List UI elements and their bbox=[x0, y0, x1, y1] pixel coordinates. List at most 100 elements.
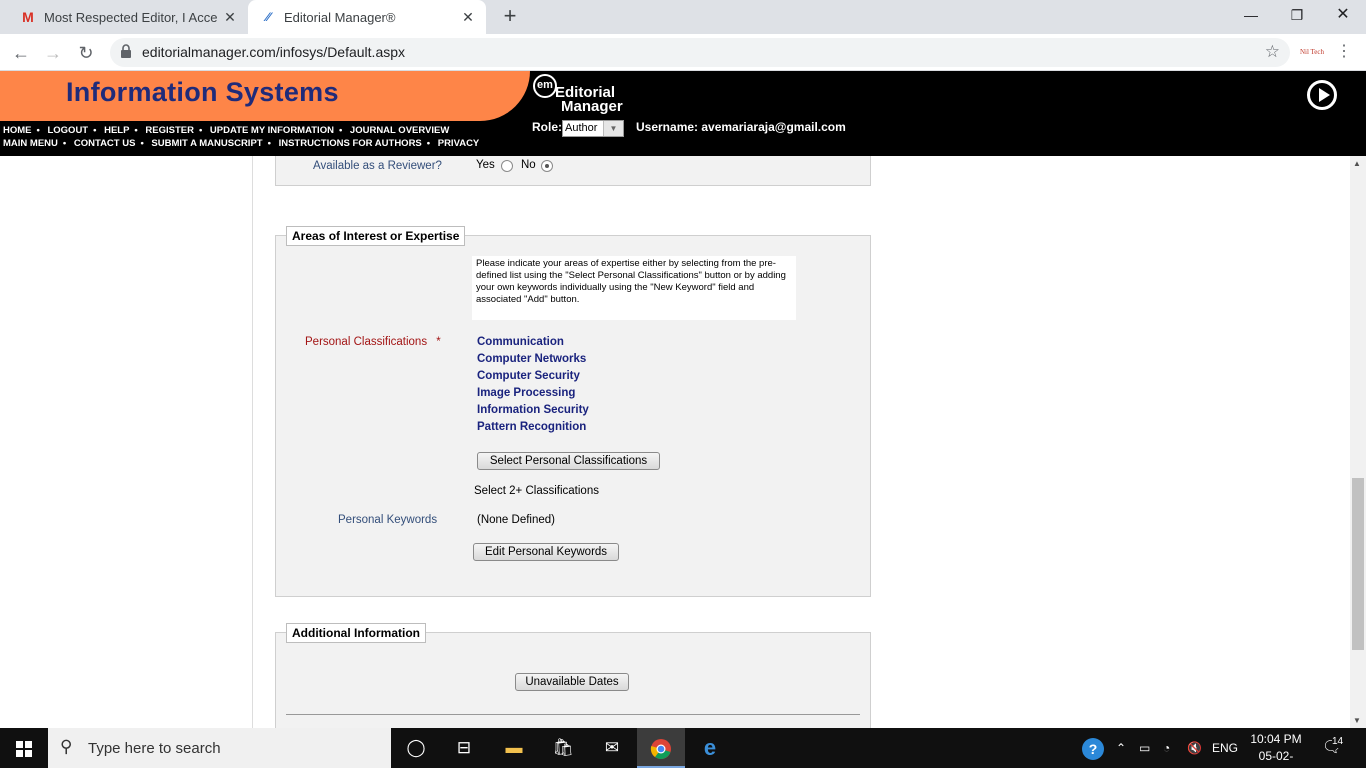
required-mark: * bbox=[436, 336, 441, 348]
site-header: Information Systems em Editorial Manager… bbox=[0, 71, 1366, 156]
page-scrollbar[interactable]: ▲ ▼ bbox=[1350, 156, 1366, 728]
classification-item: Computer Security bbox=[477, 370, 580, 382]
journal-title: Information Systems bbox=[66, 77, 339, 107]
chrome-icon[interactable] bbox=[637, 728, 685, 768]
file-explorer-icon[interactable]: ▬ bbox=[490, 728, 538, 768]
nav-journal-overview[interactable]: JOURNAL OVERVIEW bbox=[350, 125, 449, 136]
clock-date: 05-02-2020 bbox=[1258, 749, 1294, 780]
editorial-manager-icon: ⁄⁄ bbox=[265, 10, 270, 24]
scroll-down-icon[interactable]: ▼ bbox=[1353, 716, 1361, 725]
wifi-icon[interactable]: ◔ bbox=[1163, 728, 1170, 768]
play-icon[interactable] bbox=[1307, 80, 1337, 110]
browser-tabstrip: M Most Respected Editor, I Accept t ✕ ⁄⁄… bbox=[0, 0, 1366, 34]
tab-title: Editorial Manager® bbox=[284, 9, 396, 25]
tab-editorial-manager[interactable]: ⁄⁄ Editorial Manager® ✕ bbox=[248, 0, 486, 34]
areas-legend: Areas of Interest or Expertise bbox=[286, 226, 466, 246]
nav-submit-manuscript[interactable]: SUBMIT A MANUSCRIPT bbox=[151, 138, 262, 149]
notification-center-icon[interactable]: 🗨 14 bbox=[1322, 728, 1344, 768]
scroll-up-icon[interactable]: ▲ bbox=[1353, 159, 1361, 168]
logo-line2: Manager bbox=[561, 98, 623, 115]
windows-taskbar: ⚲ Type here to search ◯ ⊟ ▬ 🛍 ✉ e ? ⌃ ▭ … bbox=[0, 728, 1366, 780]
language-indicator[interactable]: ENG bbox=[1212, 728, 1238, 768]
close-icon[interactable]: ✕ bbox=[456, 9, 480, 26]
search-placeholder: Type here to search bbox=[88, 740, 221, 757]
nav-update-info[interactable]: UPDATE MY INFORMATION bbox=[210, 125, 334, 136]
address-bar[interactable]: editorialmanager.com/infosys/Default.asp… bbox=[110, 38, 1290, 67]
keywords-label: Personal Keywords bbox=[338, 514, 438, 526]
page-content: Available as a Reviewer? Yes No Areas of… bbox=[0, 156, 1350, 728]
nav-register[interactable]: REGISTER bbox=[145, 125, 194, 136]
help-icon[interactable]: ? bbox=[1082, 728, 1104, 768]
areas-panel: Areas of Interest or Expertise Please in… bbox=[275, 226, 871, 597]
edit-keywords-button[interactable]: Edit Personal Keywords bbox=[473, 543, 619, 561]
forward-icon[interactable]: → bbox=[40, 40, 66, 66]
tab-gmail[interactable]: M Most Respected Editor, I Accept t ✕ bbox=[8, 0, 248, 34]
chrome-logo-icon bbox=[650, 738, 671, 759]
close-icon[interactable]: ✕ bbox=[218, 9, 242, 26]
em-logo-circle: em bbox=[533, 74, 557, 98]
classification-hint: Select 2+ Classifications bbox=[474, 485, 599, 497]
new-tab-icon[interactable]: + bbox=[498, 5, 522, 29]
nav-instructions[interactable]: INSTRUCTIONS FOR AUTHORS bbox=[279, 138, 422, 149]
cortana-icon[interactable]: ◯ bbox=[392, 728, 440, 768]
chevron-down-icon: ▼ bbox=[603, 121, 623, 136]
classification-item: Pattern Recognition bbox=[477, 421, 587, 433]
classifications-label: Personal Classifications * bbox=[305, 336, 441, 348]
minimize-icon[interactable]: — bbox=[1228, 0, 1274, 30]
mail-icon[interactable]: ✉ bbox=[588, 728, 636, 768]
profile-avatar[interactable]: Nil Tech bbox=[1298, 40, 1326, 64]
areas-instructions: Please indicate your areas of expertise … bbox=[472, 256, 796, 320]
classification-item: Image Processing bbox=[477, 387, 576, 399]
window-close-icon[interactable]: ✕ bbox=[1320, 0, 1366, 30]
taskbar-search[interactable]: ⚲ Type here to search bbox=[48, 728, 391, 768]
additional-panel: Additional Information Unavailable Dates bbox=[275, 623, 871, 728]
edge-icon[interactable]: e bbox=[686, 728, 734, 768]
classification-item: Communication bbox=[477, 336, 564, 348]
nav-home[interactable]: HOME bbox=[3, 125, 32, 136]
reviewer-panel: Available as a Reviewer? Yes No bbox=[275, 156, 871, 186]
url-text: editorialmanager.com/infosys/Default.asp… bbox=[142, 44, 406, 60]
role-label: Role: bbox=[532, 120, 562, 134]
keywords-value: (None Defined) bbox=[477, 514, 555, 526]
store-icon[interactable]: 🛍 bbox=[539, 728, 587, 768]
bookmark-star-icon[interactable]: ☆ bbox=[1265, 42, 1280, 62]
tab-title: Most Respected Editor, I Accept t bbox=[44, 9, 218, 25]
journal-banner: Information Systems bbox=[0, 71, 530, 121]
clock-time: 10:04 PM bbox=[1250, 732, 1302, 746]
search-icon: ⚲ bbox=[60, 737, 73, 756]
browser-menu-icon[interactable]: ⋮ bbox=[1336, 41, 1352, 63]
unavailable-dates-button[interactable]: Unavailable Dates bbox=[515, 673, 629, 691]
select-classifications-button[interactable]: Select Personal Classifications bbox=[477, 452, 660, 470]
reload-icon[interactable]: ↻ bbox=[73, 40, 99, 66]
start-button[interactable] bbox=[0, 728, 48, 768]
notification-count: 14 bbox=[1332, 736, 1344, 748]
battery-icon[interactable]: ▭ bbox=[1139, 728, 1150, 768]
nav-help[interactable]: HELP bbox=[104, 125, 129, 136]
nav-privacy[interactable]: PRIVACY bbox=[438, 138, 480, 149]
nav-logout[interactable]: LOGOUT bbox=[47, 125, 88, 136]
reviewer-no-radio[interactable] bbox=[541, 160, 553, 172]
chevron-up-icon[interactable]: ⌃ bbox=[1116, 728, 1126, 768]
nav-contact-us[interactable]: CONTACT US bbox=[74, 138, 136, 149]
windows-logo-icon bbox=[16, 741, 32, 757]
task-view-icon[interactable]: ⊟ bbox=[440, 728, 488, 768]
classification-item: Computer Networks bbox=[477, 353, 587, 365]
system-clock[interactable]: 10:04 PM 05-02-2020 bbox=[1246, 731, 1306, 782]
section-divider bbox=[286, 714, 860, 715]
role-select[interactable]: Author ▼ bbox=[562, 120, 624, 137]
reviewer-label: Available as a Reviewer? bbox=[313, 160, 442, 172]
volume-icon[interactable]: 🔇 bbox=[1187, 728, 1202, 768]
back-icon[interactable]: ← bbox=[8, 40, 34, 66]
classifications-label-text: Personal Classifications bbox=[305, 336, 428, 348]
browser-toolbar: ← → ↻ editorialmanager.com/infosys/Defau… bbox=[0, 34, 1366, 71]
scroll-thumb[interactable] bbox=[1352, 478, 1364, 650]
nav-main-menu[interactable]: MAIN MENU bbox=[3, 138, 58, 149]
additional-legend: Additional Information bbox=[286, 623, 426, 643]
gmail-icon: M bbox=[22, 9, 34, 25]
role-value: Author bbox=[565, 122, 598, 134]
classification-item: Information Security bbox=[477, 404, 589, 416]
nav-row-1: HOME • LOGOUT • HELP • REGISTER • UPDATE MY … bbox=[3, 125, 450, 136]
username-display: Username: avemariaraja@gmail.com bbox=[636, 120, 846, 134]
reviewer-yes-radio[interactable] bbox=[501, 160, 513, 172]
restore-icon[interactable]: ❐ bbox=[1274, 0, 1320, 30]
